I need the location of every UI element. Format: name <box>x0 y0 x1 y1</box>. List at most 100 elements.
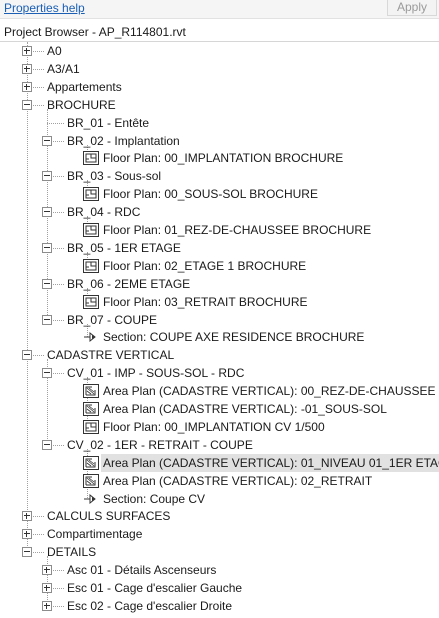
tree-item-label-wrap: Floor Plan: 00_SOUS-SOL BROCHURE <box>101 185 321 203</box>
collapse-toggle-icon[interactable] <box>22 547 32 558</box>
tree-item[interactable]: Area Plan (CADASTRE VERTICAL): 01_NIVEAU… <box>0 453 439 472</box>
tree-item[interactable]: BR_01 - Entête <box>0 114 439 132</box>
tree-item-label: Esc 01 - Cage d'escalier Gauche <box>67 581 243 595</box>
tree-item-label: BR_03 - Sous-sol <box>67 169 162 184</box>
apply-button[interactable]: Apply <box>387 0 437 16</box>
expand-toggle-icon[interactable] <box>22 529 32 540</box>
tree-item[interactable]: A3/A1 <box>0 60 439 78</box>
floor-plan-icon <box>83 151 99 166</box>
floor-plan-icon <box>83 419 99 434</box>
tree-item-label: Area Plan (CADASTRE VERTICAL): -01_SOUS-… <box>103 402 387 416</box>
tree-item[interactable]: Floor Plan: 02_ETAGE 1 BROCHURE <box>0 257 439 275</box>
expand-toggle-icon[interactable] <box>22 81 32 92</box>
collapse-toggle-icon[interactable] <box>42 135 52 146</box>
tree-item[interactable]: Section: Coupe CV <box>0 490 439 508</box>
tree-item[interactable]: CV_02 - 1ER - RETRAIT - COUPE <box>0 436 439 454</box>
tree-item-label: Floor Plan: 03_RETRAIT BROCHURE <box>103 294 308 309</box>
project-browser-tree: A0 A3/A1 Appartements BROCHURE BR_01 - Entêt… <box>0 42 439 618</box>
tree-item[interactable]: Floor Plan: 01_REZ-DE-CHAUSSEE BROCHURE <box>0 221 439 239</box>
collapse-toggle-icon[interactable] <box>22 99 32 110</box>
tree-item-label: Esc 02 - Cage d'escalier Droite <box>67 598 233 613</box>
area-plan-icon <box>83 402 99 416</box>
tree-item-label: Floor Plan: 01_REZ-DE-CHAUSSEE BROCHURE <box>103 223 372 237</box>
collapse-toggle-icon[interactable] <box>42 171 52 182</box>
tree-item[interactable]: BR_04 - RDC <box>0 203 439 221</box>
tree-item[interactable]: DETAILS <box>0 543 439 561</box>
tree-item-label: BR_07 - COUPE <box>67 312 158 327</box>
tree-item-label: CV_01 - IMP - SOUS-SOL - RDC <box>67 366 245 381</box>
tree-item[interactable]: Esc 01 - Cage d'escalier Gauche <box>0 579 439 597</box>
tree-item-label: BROCHURE <box>47 97 116 112</box>
expand-toggle-icon[interactable] <box>22 63 32 74</box>
tree-item-label-wrap: Section: COUPE AXE RESIDENCE BROCHURE <box>101 328 367 346</box>
properties-help-link[interactable]: Properties help <box>4 0 85 16</box>
area-plan-icon <box>83 384 99 399</box>
tree-item-label-wrap: BR_07 - COUPE <box>65 311 160 329</box>
expand-toggle-icon[interactable] <box>22 46 32 56</box>
tree-item[interactable]: BR_06 - 2EME ETAGE <box>0 275 439 293</box>
tree-item[interactable]: CV_01 - IMP - SOUS-SOL - RDC <box>0 364 439 382</box>
expand-toggle-icon[interactable] <box>22 511 32 522</box>
tree-item-label: BR_06 - 2EME ETAGE <box>67 276 191 291</box>
tree-item[interactable]: CALCULS SURFACES <box>0 507 439 525</box>
tree-item[interactable]: BR_03 - Sous-sol <box>0 167 439 185</box>
tree-item-label-wrap: Asc 01 - Détails Ascenseurs <box>65 561 219 579</box>
collapse-toggle-icon[interactable] <box>22 350 32 361</box>
tree-item-label-wrap: BR_03 - Sous-sol <box>65 167 164 185</box>
tree-item-label: BR_01 - Entête <box>67 115 150 130</box>
tree-item-label-wrap: Floor Plan: 01_REZ-DE-CHAUSSEE BROCHURE <box>101 221 374 239</box>
tree-item[interactable]: Asc 01 - Détails Ascenseurs <box>0 561 439 579</box>
tree-item-label-wrap: CV_01 - IMP - SOUS-SOL - RDC <box>65 364 247 382</box>
properties-toolbar: Properties help Apply <box>0 0 439 19</box>
tree-item-label: Floor Plan: 00_SOUS-SOL BROCHURE <box>103 187 318 202</box>
tree-item-label-wrap: Area Plan (CADASTRE VERTICAL): -01_SOUS-… <box>101 400 390 418</box>
tree-item[interactable]: Floor Plan: 03_RETRAIT BROCHURE <box>0 293 439 311</box>
tree-item[interactable]: Esc 02 - Cage d'escalier Droite <box>0 597 439 615</box>
tree-item-label: A0 <box>47 44 62 58</box>
collapse-toggle-icon[interactable] <box>42 439 52 450</box>
tree-item-label-wrap: Section: Coupe CV <box>101 490 208 508</box>
collapse-toggle-icon[interactable] <box>42 278 52 289</box>
tree-item-label: Floor Plan: 02_ETAGE 1 BROCHURE <box>103 258 307 273</box>
tree-item[interactable]: Section: COUPE AXE RESIDENCE BROCHURE <box>0 328 439 346</box>
tree-item[interactable]: Floor Plan: 00_IMPLANTATION BROCHURE <box>0 149 439 167</box>
section-icon <box>83 492 99 506</box>
tree-item-label: Appartements <box>47 79 122 94</box>
expand-toggle-icon[interactable] <box>42 600 52 611</box>
tree-item[interactable]: Appartements <box>0 78 439 96</box>
collapse-toggle-icon[interactable] <box>42 368 52 379</box>
tree-branch-line <box>47 122 64 124</box>
tree-item[interactable]: BR_05 - 1ER ETAGE <box>0 239 439 257</box>
tree-item-label: BR_05 - 1ER ETAGE <box>67 240 181 255</box>
tree-item-label-wrap: Compartimentage <box>45 525 145 543</box>
tree-item[interactable]: CADASTRE VERTICAL <box>0 346 439 364</box>
tree-item[interactable]: Floor Plan: 00_SOUS-SOL BROCHURE <box>0 185 439 203</box>
project-browser-title: Project Browser - AP_R114801.rvt <box>4 25 186 39</box>
tree-item-label: CADASTRE VERTICAL <box>47 348 175 363</box>
tree-item[interactable]: Area Plan (CADASTRE VERTICAL): 02_RETRAI… <box>0 472 439 490</box>
tree-item[interactable]: BR_02 - Implantation <box>0 132 439 150</box>
tree-item[interactable]: A0 <box>0 42 439 60</box>
tree-item[interactable]: BROCHURE <box>0 96 439 114</box>
tree-item[interactable]: Floor Plan: 00_IMPLANTATION CV 1/500 <box>0 418 439 436</box>
tree-item-label-wrap: A0 <box>45 42 65 60</box>
tree-item[interactable]: Area Plan (CADASTRE VERTICAL): -01_SOUS-… <box>0 400 439 418</box>
tree-item-label-wrap: BR_06 - 2EME ETAGE <box>65 275 193 293</box>
collapse-toggle-icon[interactable] <box>42 314 52 325</box>
tree-item-label: DETAILS <box>47 545 97 560</box>
tree-item-label-wrap: CV_02 - 1ER - RETRAIT - COUPE <box>65 436 256 454</box>
collapse-toggle-icon[interactable] <box>42 207 52 218</box>
tree-item-label: Area Plan (CADASTRE VERTICAL): 02_RETRAI… <box>103 473 373 488</box>
tree-item-label-wrap: BR_05 - 1ER ETAGE <box>65 239 184 257</box>
tree-item[interactable]: Area Plan (CADASTRE VERTICAL): 00_REZ-DE… <box>0 382 439 400</box>
tree-item-label-wrap: Esc 01 - Cage d'escalier Gauche <box>65 579 245 597</box>
expand-toggle-icon[interactable] <box>42 583 52 593</box>
area-plan-icon <box>83 455 99 470</box>
tree-item[interactable]: Compartimentage <box>0 525 439 543</box>
collapse-toggle-icon[interactable] <box>42 242 52 253</box>
tree-item[interactable]: BR_07 - COUPE <box>0 311 439 329</box>
tree-item-label-wrap: Floor Plan: 02_ETAGE 1 BROCHURE <box>101 257 309 275</box>
expand-toggle-icon[interactable] <box>42 565 52 576</box>
floor-plan-icon <box>83 258 99 273</box>
tree-item-label: Area Plan (CADASTRE VERTICAL): 00_REZ-DE… <box>103 384 436 399</box>
